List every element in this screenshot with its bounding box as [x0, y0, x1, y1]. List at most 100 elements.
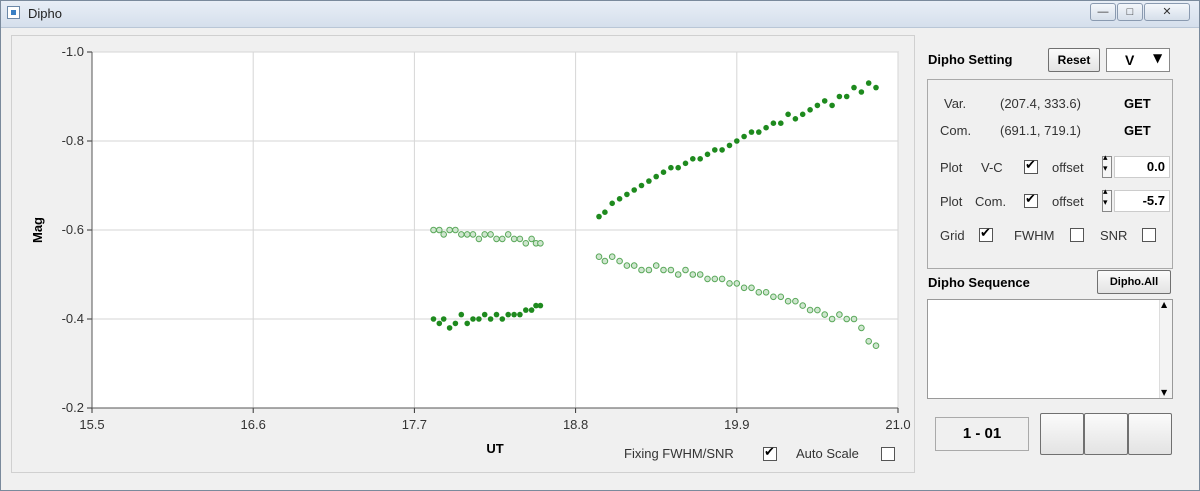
vc-data-point: [499, 316, 506, 322]
vc-data-point: [638, 182, 645, 189]
x-tick-label: 17.7: [402, 417, 427, 432]
grid-checkbox[interactable]: [979, 226, 993, 242]
vc-data-point: [596, 213, 602, 220]
com-data-point: [630, 262, 638, 269]
y-tick-label: -0.8: [62, 133, 84, 148]
com-data-point: [493, 235, 500, 243]
vc-data-point: [476, 316, 482, 322]
dipho-sequence-title: Dipho Sequence: [928, 275, 1030, 290]
sequence-button-2[interactable]: [1084, 413, 1128, 455]
vc-data-point: [452, 320, 459, 327]
vc-label: V-C: [981, 160, 1003, 175]
com-data-point: [740, 284, 748, 292]
maximize-button[interactable]: □: [1117, 3, 1143, 21]
dipho-all-button[interactable]: Dipho.All: [1097, 270, 1171, 294]
snr-checkbox[interactable]: [1142, 228, 1156, 242]
vc-data-point: [470, 316, 476, 322]
scroll-down-icon[interactable]: ▼: [1161, 388, 1167, 397]
vc-offset-spinner[interactable]: [1102, 153, 1112, 178]
vc-data-point: [748, 129, 755, 135]
com-data-point: [733, 280, 741, 287]
settings-group: Var. (207.4, 333.6) GET Com. (691.1, 719…: [927, 79, 1173, 269]
sequence-button-3[interactable]: [1128, 413, 1172, 455]
app-icon: [7, 6, 20, 19]
vc-data-point: [436, 320, 443, 327]
y-tick-label: -0.2: [62, 400, 84, 415]
x-tick-label: 15.5: [79, 417, 104, 432]
com-data-point: [711, 275, 719, 283]
com-offset-field[interactable]: -5.7: [1114, 190, 1170, 212]
com-data-point: [682, 266, 689, 274]
vc-data-point: [481, 311, 488, 318]
com-data-point: [452, 226, 459, 234]
scatter-chart: 15.5 16.6 17.7 18.8 19.9 21.0 -1.0 -0.8 -0.6 -0.4…: [30, 44, 911, 456]
fwhm-checkbox[interactable]: [1070, 228, 1084, 242]
vc-data-point: [528, 307, 535, 313]
sequence-button-1[interactable]: [1040, 413, 1084, 455]
com-plot-checkbox[interactable]: [1024, 192, 1038, 208]
com-data-point: [623, 262, 631, 269]
vc-data-point: [778, 120, 784, 126]
com-data-point: [799, 302, 807, 309]
fixing-fwhm-snr-checkbox[interactable]: [763, 445, 777, 461]
reset-button[interactable]: Reset: [1048, 48, 1100, 72]
com-get-button[interactable]: GET: [1124, 123, 1151, 138]
dipho-window: Dipho — □ ✕ 15.5 16.6 17.7 18.8 19.9 21.0 -1.0…: [0, 0, 1200, 491]
vc-offset-field[interactable]: 0.0: [1114, 156, 1170, 178]
var-get-button[interactable]: GET: [1124, 96, 1151, 111]
x-axis-label: UT: [486, 441, 503, 456]
vc-data-point: [440, 316, 447, 322]
scroll-up-icon[interactable]: ▲: [1161, 300, 1167, 309]
vc-data-point: [537, 302, 544, 309]
com-data-point: [755, 288, 763, 296]
com-data-point: [718, 275, 726, 283]
com-data-point: [821, 311, 829, 318]
x-tick-label: 18.8: [563, 417, 588, 432]
vc-data-point: [668, 164, 674, 171]
vc-data-point: [792, 116, 799, 122]
window-title: Dipho: [28, 6, 62, 21]
close-icon: ✕: [1162, 6, 1172, 18]
vc-data-point: [821, 98, 828, 104]
vc-data-point: [682, 160, 689, 167]
com-data-point: [828, 315, 836, 323]
vc-data-point: [865, 80, 872, 86]
vc-data-point: [517, 311, 523, 318]
com-coords: (691.1, 719.1): [1000, 123, 1081, 138]
com-data-point: [522, 240, 530, 247]
auto-scale-label: Auto Scale: [796, 446, 859, 461]
com-data-point: [446, 226, 453, 234]
vc-data-point: [511, 311, 517, 318]
com-data-point: [865, 338, 873, 345]
vc-data-point: [464, 320, 471, 327]
sequence-list[interactable]: ▲ ▼: [927, 299, 1173, 399]
vc-data-point: [756, 129, 762, 135]
com-data-point: [660, 266, 667, 274]
auto-scale-checkbox[interactable]: [881, 447, 895, 461]
vc-data-point: [631, 187, 637, 193]
vc-data-point: [770, 120, 777, 126]
com-data-point: [537, 240, 544, 247]
maximize-icon: □: [1126, 6, 1134, 18]
com-data-point: [469, 231, 477, 238]
close-button[interactable]: ✕: [1144, 3, 1190, 21]
dipho-setting-title: Dipho Setting: [928, 52, 1013, 67]
com-data-point: [784, 297, 792, 305]
vc-data-point: [836, 93, 843, 100]
sequence-scrollbar[interactable]: ▲ ▼: [1159, 300, 1172, 398]
plot-vc-label: Plot: [940, 160, 963, 175]
plot-com-label: Plot: [940, 194, 963, 209]
vc-data-point: [616, 196, 623, 202]
vc-data-point: [505, 311, 512, 318]
minimize-button[interactable]: —: [1090, 3, 1116, 21]
vc-data-point: [624, 191, 630, 198]
com-data-point: [858, 324, 865, 332]
vc-checkbox[interactable]: [1024, 158, 1038, 174]
x-tick-label: 21.0: [885, 417, 910, 432]
com-offset-spinner[interactable]: [1102, 187, 1112, 212]
com-data-point: [463, 231, 471, 238]
com-data-point: [458, 231, 465, 238]
filter-select[interactable]: V ▼: [1106, 48, 1170, 72]
plot-area: 15.5 16.6 17.7 18.8 19.9 21.0 -1.0 -0.8 -0.6 -0.4…: [11, 35, 915, 473]
var-label: Var.: [944, 96, 967, 111]
